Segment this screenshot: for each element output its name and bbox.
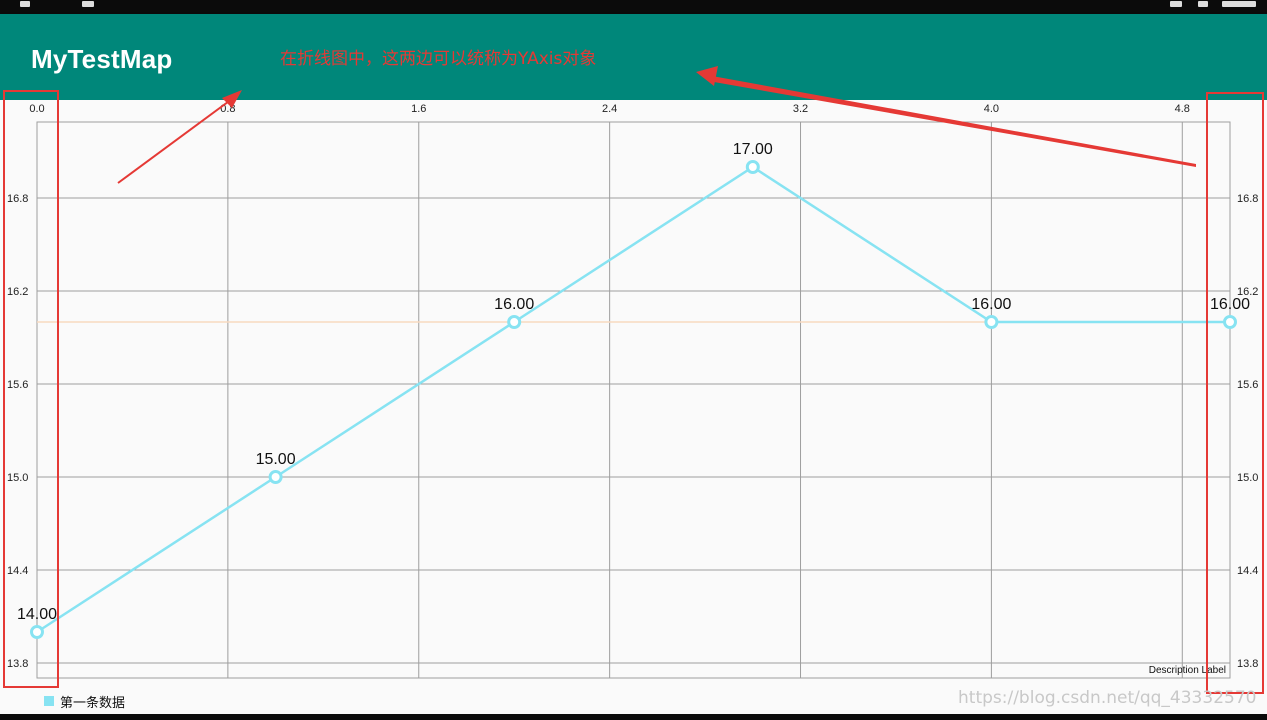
right-yaxis-highlight xyxy=(1206,92,1264,694)
x-tick-label: 1.6 xyxy=(411,103,426,115)
watermark: https://blog.csdn.net/qq_43332570 xyxy=(958,688,1257,708)
data-point xyxy=(268,470,283,484)
x-tick-label: 0.8 xyxy=(220,103,235,115)
data-point xyxy=(984,315,999,329)
value-label: 16.00 xyxy=(971,296,1011,313)
line-chart[interactable]: 0.0 0.8 1.6 2.4 3.2 4.0 4.816.816.215.615.014.… xyxy=(0,0,1267,720)
left-yaxis-highlight xyxy=(3,90,59,688)
axes: 0.0 0.8 1.6 2.4 3.2 4.0 4.816.816.215.615.014.… xyxy=(7,103,1258,670)
value-labels: 14.0015.0016.0017.0016.00 16.00 xyxy=(17,141,1250,623)
navigation-bar xyxy=(0,714,1267,720)
x-tick-label: 4.8 xyxy=(1175,103,1190,115)
grid xyxy=(36,121,1231,679)
value-label: 15.00 xyxy=(256,451,296,468)
value-label: 17.00 xyxy=(733,141,773,158)
series-line xyxy=(36,165,1230,634)
x-tick-label: 4.0 xyxy=(984,103,999,115)
data-point xyxy=(507,315,522,329)
x-tick-label: 2.4 xyxy=(602,103,617,115)
annotation-text: 在折线图中，这两边可以统称为YAxis对象 xyxy=(280,49,597,69)
data-point xyxy=(745,160,760,174)
legend: 第一条数据 xyxy=(44,693,126,711)
legend-swatch xyxy=(44,696,54,706)
x-tick-label: 3.2 xyxy=(793,103,808,115)
plot-border xyxy=(36,121,1231,679)
legend-label: 第一条数据 xyxy=(60,695,126,711)
series-first-data xyxy=(30,160,1237,639)
value-label: 16.00 xyxy=(494,296,534,313)
